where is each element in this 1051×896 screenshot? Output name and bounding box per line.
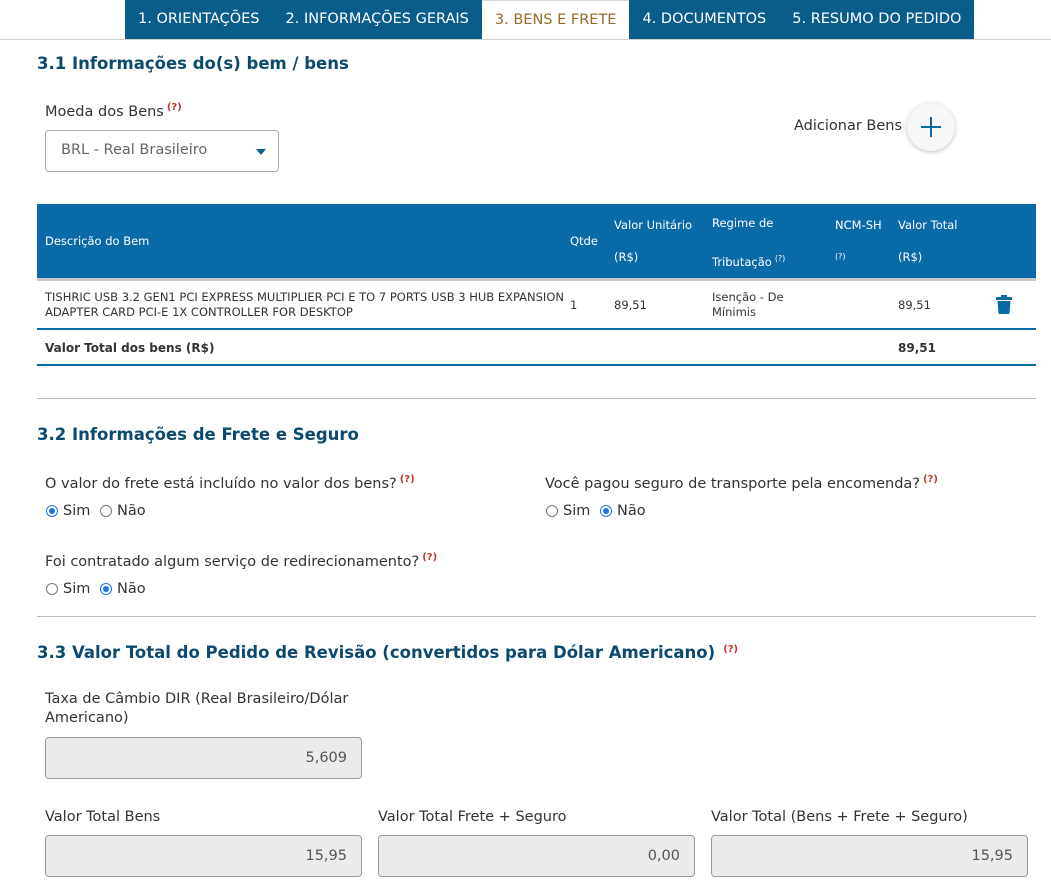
row-description-line2: ADAPTER CARD PCI-E 1X CONTROLLER FOR DES… xyxy=(45,305,353,319)
header-total: Valor Total xyxy=(898,218,958,232)
plus-icon-bar xyxy=(921,126,941,128)
grand-total-field: 15,95 xyxy=(711,835,1028,877)
tab-resumo-do-pedido[interactable]: 5. RESUMO DO PEDIDO xyxy=(779,0,974,39)
add-goods-label: Adicionar Bens xyxy=(794,118,903,134)
currency-label: Moeda dos Bens (?) xyxy=(45,102,182,120)
freight-included-yes-label[interactable]: Sim xyxy=(63,503,90,519)
chevron-down-icon xyxy=(256,149,266,155)
help-icon[interactable]: (?) xyxy=(835,241,846,273)
table-header-shadow xyxy=(37,278,1036,281)
row-total: 89,51 xyxy=(898,298,931,312)
trash-icon[interactable] xyxy=(996,295,1012,314)
tab-informacoes-gerais[interactable]: 2. INFORMAÇÕES GERAIS xyxy=(273,0,482,39)
insurance-no-radio[interactable] xyxy=(600,505,612,517)
help-icon[interactable]: (?) xyxy=(400,474,415,485)
freight-included-yes-radio[interactable] xyxy=(46,505,58,517)
header-total-currency: (R$) xyxy=(898,250,923,264)
redirection-no-radio[interactable] xyxy=(100,583,112,595)
help-icon[interactable]: (?) xyxy=(723,644,738,655)
exchange-rate-field: 5,609 xyxy=(45,737,362,779)
header-regime: Regime de xyxy=(712,216,774,230)
help-icon[interactable]: (?) xyxy=(923,474,938,485)
tabs-divider xyxy=(0,39,1051,40)
redirection-yes-label[interactable]: Sim xyxy=(63,581,90,597)
tab-bens-e-frete[interactable]: 3. BENS E FRETE xyxy=(481,0,630,39)
header-qty: Qtde xyxy=(570,234,598,248)
add-goods-button[interactable] xyxy=(907,103,955,151)
freight-included-no-radio[interactable] xyxy=(100,505,112,517)
header-unit-value: Valor Unitário xyxy=(614,218,693,232)
wizard-tabs: 1. ORIENTAÇÕES 2. INFORMAÇÕES GERAIS 3. … xyxy=(125,0,975,39)
insurance-yes-radio[interactable] xyxy=(546,505,558,517)
row-unit-value: 89,51 xyxy=(614,298,647,312)
header-ncm: NCM-SH xyxy=(835,218,882,232)
redirection-no-label[interactable]: Não xyxy=(117,581,146,597)
section-divider xyxy=(37,616,1036,617)
row-separator xyxy=(37,328,1036,330)
help-icon[interactable]: (?) xyxy=(422,552,437,563)
row-qty: 1 xyxy=(570,298,578,312)
table-bottom-line xyxy=(37,364,1036,366)
header-regime-2: Tributação (?) xyxy=(712,254,786,269)
redirection-yes-radio[interactable] xyxy=(46,583,58,595)
help-icon[interactable]: (?) xyxy=(775,254,786,263)
section-title-frete: 3.2 Informações de Frete e Seguro xyxy=(37,425,359,444)
footer-total-value: 89,51 xyxy=(898,341,936,355)
freight-included-question: O valor do frete está incluído no valor … xyxy=(45,474,415,492)
redirection-question: Foi contratado algum serviço de redireci… xyxy=(45,552,438,570)
section-title-bens: 3.1 Informações do(s) bem / bens xyxy=(37,54,349,73)
currency-select[interactable]: BRL - Real Brasileiro xyxy=(45,130,279,172)
row-regime-line1: Isenção - De xyxy=(712,290,784,304)
insurance-yes-label[interactable]: Sim xyxy=(563,503,590,519)
row-regime-line2: Mínimis xyxy=(712,305,756,319)
help-icon[interactable]: (?) xyxy=(167,102,182,113)
insurance-question: Você pagou seguro de transporte pela enc… xyxy=(545,474,938,492)
section-divider xyxy=(37,398,1036,399)
exchange-rate-label-line1: Taxa de Câmbio DIR (Real Brasileiro/Dóla… xyxy=(45,691,349,707)
goods-total-label: Valor Total Bens xyxy=(45,809,161,825)
insurance-no-label[interactable]: Não xyxy=(617,503,646,519)
currency-select-value: BRL - Real Brasileiro xyxy=(61,142,208,158)
row-description-line1: TISHRIC USB 3.2 GEN1 PCI EXPRESS MULTIPL… xyxy=(45,290,564,304)
freight-included-no-label[interactable]: Não xyxy=(117,503,146,519)
tab-orientacoes[interactable]: 1. ORIENTAÇÕES xyxy=(125,0,273,39)
goods-total-field: 15,95 xyxy=(45,835,362,877)
freight-total-field: 0,00 xyxy=(378,835,695,877)
grand-total-label: Valor Total (Bens + Frete + Seguro) xyxy=(711,809,968,825)
freight-total-label: Valor Total Frete + Seguro xyxy=(378,809,567,825)
tab-documentos[interactable]: 4. DOCUMENTOS xyxy=(629,0,779,39)
header-description: Descrição do Bem xyxy=(45,234,150,248)
exchange-rate-label-line2: Americano) xyxy=(45,710,129,726)
goods-table-header: Descrição do Bem Qtde Valor Unitário (R$… xyxy=(37,204,1036,278)
section-title-valor-total: 3.3 Valor Total do Pedido de Revisão (co… xyxy=(37,643,739,662)
footer-total-label: Valor Total dos bens (R$) xyxy=(45,341,215,355)
header-unit-value-currency: (R$) xyxy=(614,250,639,264)
